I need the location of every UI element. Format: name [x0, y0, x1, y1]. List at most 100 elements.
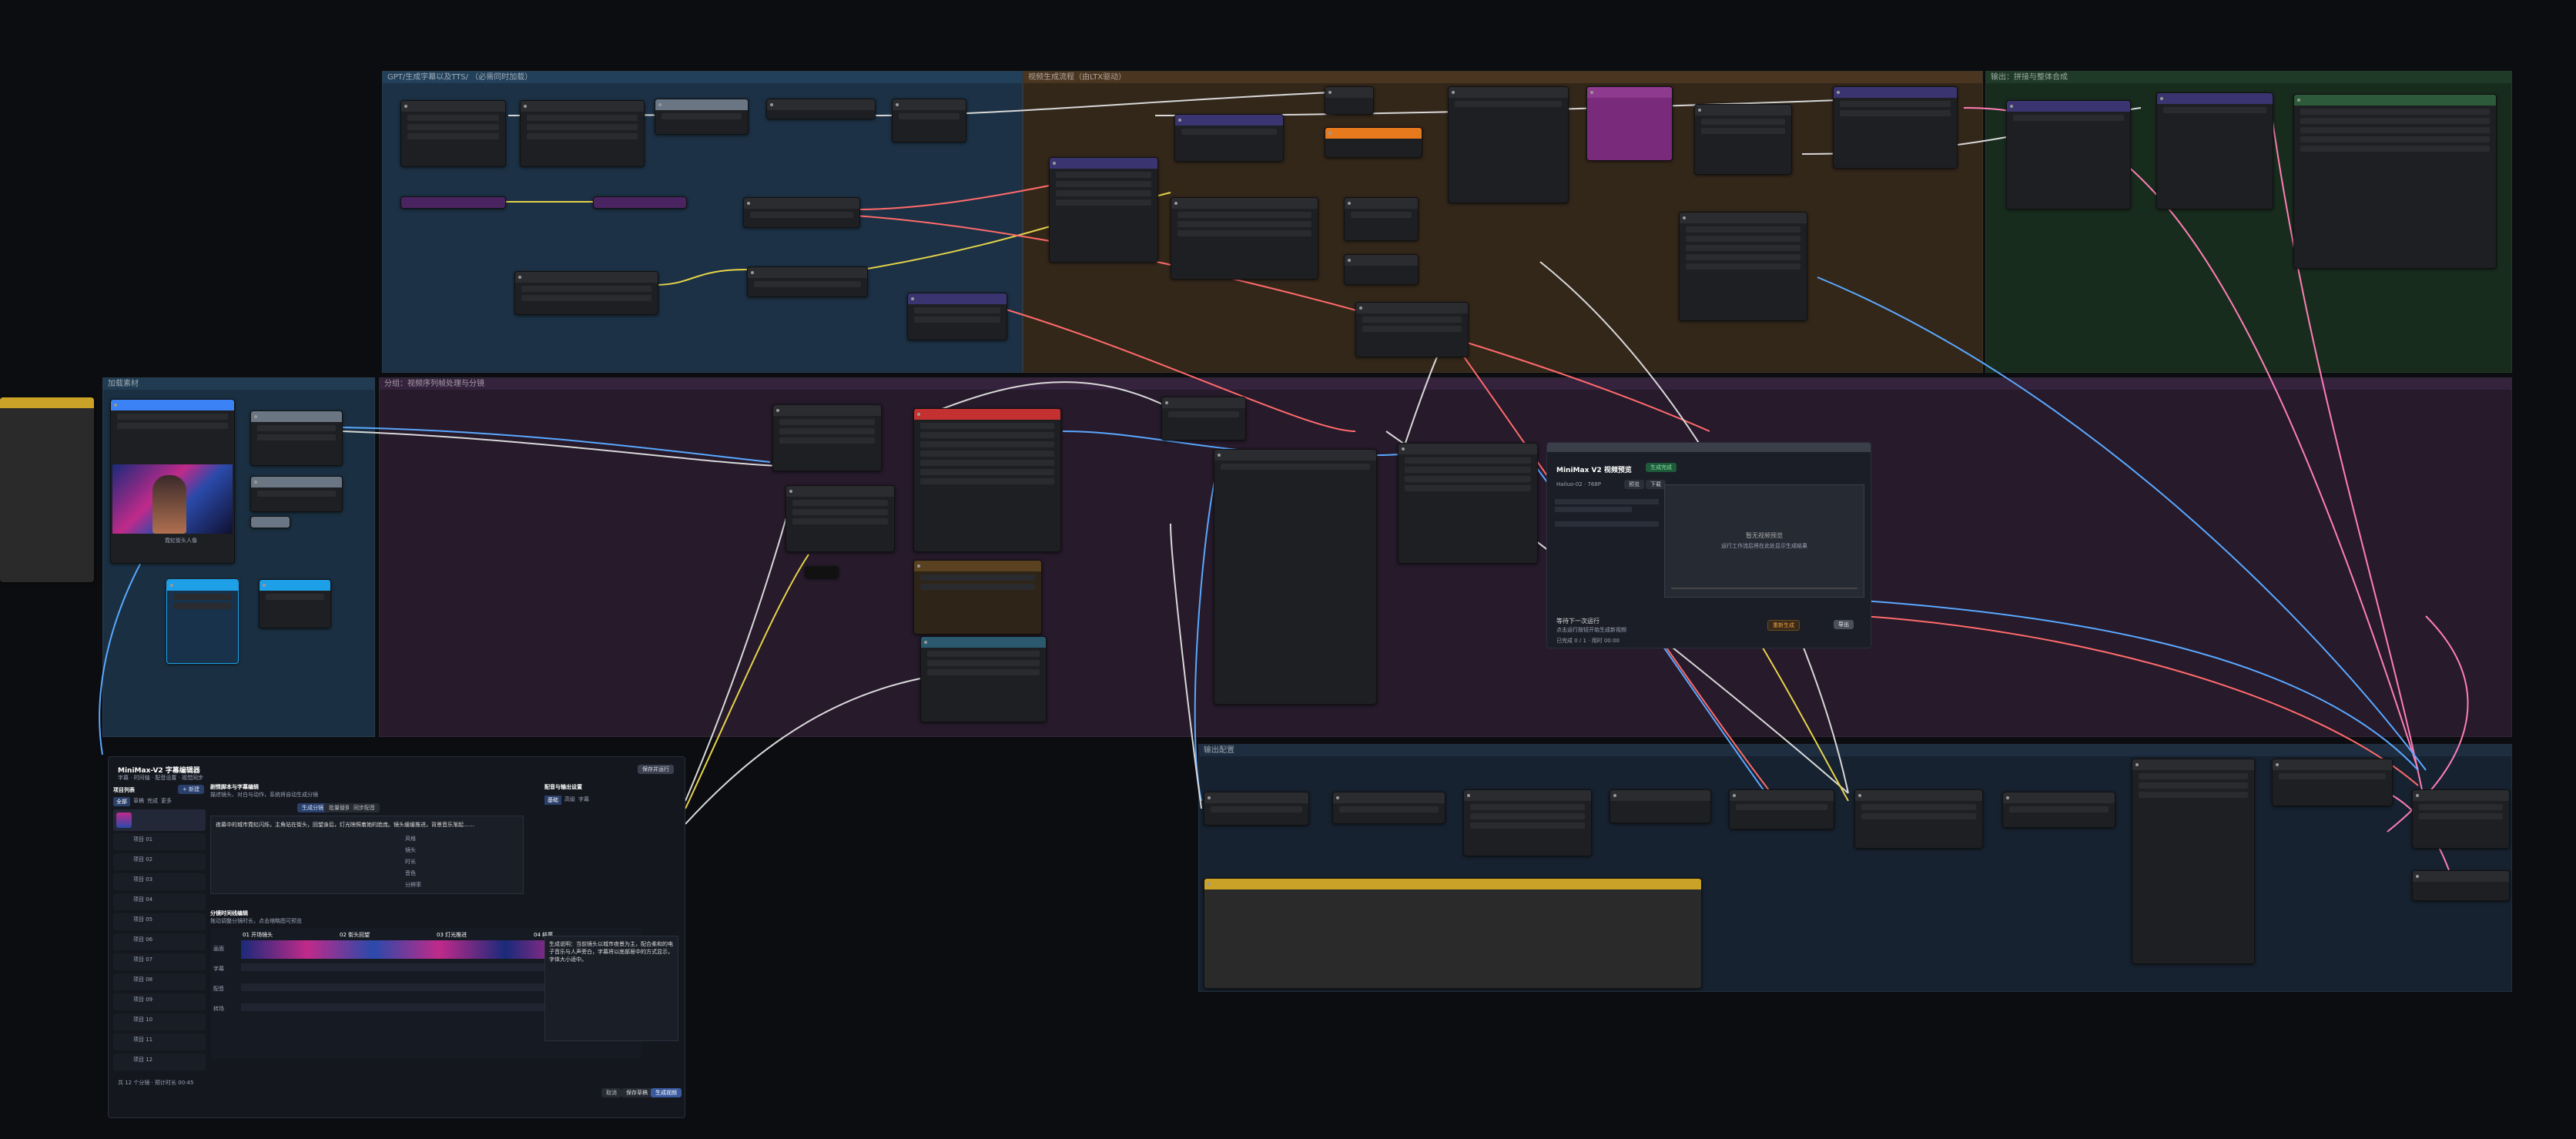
node-subtitle-2[interactable] [747, 266, 868, 297]
node-ltx-vae[interactable] [1344, 197, 1419, 241]
node-gpt[interactable] [655, 99, 749, 135]
node-cfg-7[interactable] [2002, 792, 2115, 828]
node-ltx-upscale[interactable] [1355, 302, 1469, 357]
list-item-label: 项目 06 [133, 936, 153, 943]
export-button[interactable]: 导出 [1834, 620, 1854, 629]
node-frames[interactable] [250, 476, 343, 512]
node-switch[interactable] [907, 293, 1007, 340]
node-ltx-model[interactable] [1174, 114, 1284, 162]
list-item[interactable]: 项目 08 [113, 973, 206, 990]
node-cfg-5[interactable] [1729, 789, 1834, 829]
node-cfg-2[interactable] [1332, 792, 1445, 824]
node-subtitle[interactable] [514, 271, 658, 315]
node-load-image[interactable]: 霓虹街头人像 [110, 399, 235, 564]
node-load-text[interactable] [400, 100, 506, 167]
player-tag-download[interactable]: 下载 [1646, 480, 1666, 489]
preview-progress[interactable] [1671, 588, 1857, 589]
script-tag[interactable]: 同步配音 [349, 803, 380, 812]
list-item[interactable]: 项目 02 [113, 853, 206, 870]
save-draft-button[interactable]: 保存草稿 [621, 1088, 652, 1097]
node-cfg-3[interactable] [1463, 789, 1592, 856]
node-frame-c[interactable] [1161, 397, 1246, 441]
project-tab[interactable]: 完成 [147, 797, 158, 806]
project-tab[interactable]: 全部 [113, 797, 130, 806]
clip-label[interactable]: 03 灯光推进 [437, 931, 467, 939]
list-item[interactable]: 项目 01 [113, 833, 206, 850]
right-text-box[interactable]: 生成说明：当前镜头以城市夜景为主，配合柔和的电子音乐与人声旁白，字幕将以底部居中… [544, 936, 678, 1041]
node-out-a[interactable] [2006, 100, 2131, 209]
list-item[interactable]: 项目 06 [113, 933, 206, 950]
node-cfg-6[interactable] [1854, 789, 1983, 849]
cancel-button[interactable]: 取消 [601, 1088, 621, 1097]
node-ltx-combine[interactable] [1833, 86, 1958, 169]
node-ltx-scheduler[interactable] [1344, 254, 1419, 285]
project-list: 项目 01 项目 02 项目 03 项目 04 项目 05 项目 06 项目 07 项目 08… [113, 833, 206, 1070]
right-tab[interactable]: 字幕 [578, 796, 589, 805]
list-item-label: 项目 07 [133, 956, 153, 963]
list-item[interactable]: 项目 12 [113, 1054, 206, 1070]
project-tab[interactable]: 草稿 [133, 797, 144, 806]
clip-label[interactable]: 02 街头回望 [340, 931, 370, 939]
list-item[interactable]: 项目 11 [113, 1033, 206, 1050]
node-ltx-orange[interactable] [1325, 127, 1422, 158]
list-item[interactable]: 项目 10 [113, 1013, 206, 1030]
list-item[interactable]: 项目 05 [113, 913, 206, 930]
node-string-b[interactable] [593, 196, 687, 209]
node-prompt[interactable] [520, 100, 645, 167]
node-cfg-9[interactable] [2412, 789, 2510, 849]
list-item[interactable]: 项目 04 [113, 893, 206, 910]
node-ltx-sampler[interactable] [1049, 157, 1158, 263]
node-frame-red[interactable] [913, 408, 1061, 552]
node-tts-2[interactable] [892, 99, 966, 142]
node-cfg-tall[interactable] [2132, 759, 2255, 964]
node-frame-brown[interactable] [913, 560, 1042, 635]
new-project-button[interactable]: + 新建 [177, 785, 204, 794]
node-blue-a[interactable] [166, 579, 239, 664]
node-cfg-8[interactable] [2272, 759, 2393, 806]
node-cfg-note[interactable] [1204, 878, 1702, 989]
generate-video-button[interactable]: 生成视频 [651, 1088, 682, 1097]
node-frame-teal[interactable] [920, 636, 1047, 722]
list-item[interactable]: 项目 03 [113, 873, 206, 890]
list-item[interactable]: 项目 07 [113, 953, 206, 970]
node-cfg-10[interactable] [2412, 870, 2510, 901]
player-topbar [1547, 443, 1871, 452]
node-ltx-big[interactable] [1448, 86, 1569, 203]
node-out-b[interactable] [2156, 92, 2273, 209]
node-frame-tall[interactable] [1214, 449, 1377, 705]
list-item[interactable]: 项目 09 [113, 993, 206, 1010]
node-ltx-list[interactable] [1679, 212, 1807, 321]
script-sub: 描述镜头、对白与动作，系统将自动生成分镜 [210, 792, 318, 798]
script-tag[interactable]: 生成分镜 [297, 803, 328, 812]
node-blue-b[interactable] [259, 579, 331, 628]
wire [342, 430, 779, 467]
node-frame-tiny[interactable] [805, 566, 839, 578]
node-cfg-4[interactable] [1610, 789, 1711, 823]
timeline-row-label: 配音 [213, 986, 224, 992]
node-frame-b[interactable] [786, 485, 895, 552]
node-tts[interactable] [766, 99, 876, 119]
node-text-combine[interactable] [743, 197, 860, 228]
subtitle-editor-panel[interactable]: MiniMax-V2 字幕编辑器 字幕 · 时间轴 · 配音设置 · 视觉同步 … [108, 756, 685, 1118]
clip-label[interactable]: 01 开场镜头 [243, 931, 273, 939]
node-resize[interactable] [250, 410, 343, 466]
node-frame-d[interactable] [1398, 443, 1538, 564]
project-tab[interactable]: 更多 [161, 797, 172, 806]
node-ltx-cond[interactable] [1171, 197, 1318, 280]
node-cfg-1[interactable] [1204, 792, 1309, 826]
node-ltx-pink[interactable] [1586, 86, 1673, 161]
node-int[interactable] [250, 516, 290, 528]
video-player-panel[interactable]: MiniMax V2 视频预览 生成完成 Hailuo-02 · 768P 预览… [1546, 442, 1871, 648]
node-frame-a[interactable] [772, 404, 882, 471]
node-string-a[interactable] [400, 196, 506, 209]
regenerate-button[interactable]: 重新生成 [1767, 620, 1800, 631]
project-active[interactable] [113, 809, 206, 831]
node-out-preview[interactable] [2293, 94, 2497, 269]
right-tab[interactable]: 高级 [564, 796, 575, 805]
save-run-button[interactable]: 保存并运行 [638, 765, 674, 774]
node-ltx-decode[interactable] [1694, 104, 1792, 175]
list-item-label: 项目 03 [133, 876, 153, 883]
node-ltx-a[interactable] [1325, 86, 1374, 115]
player-tag-preview[interactable]: 预览 [1624, 480, 1644, 489]
right-tab[interactable]: 基础 [544, 796, 561, 805]
